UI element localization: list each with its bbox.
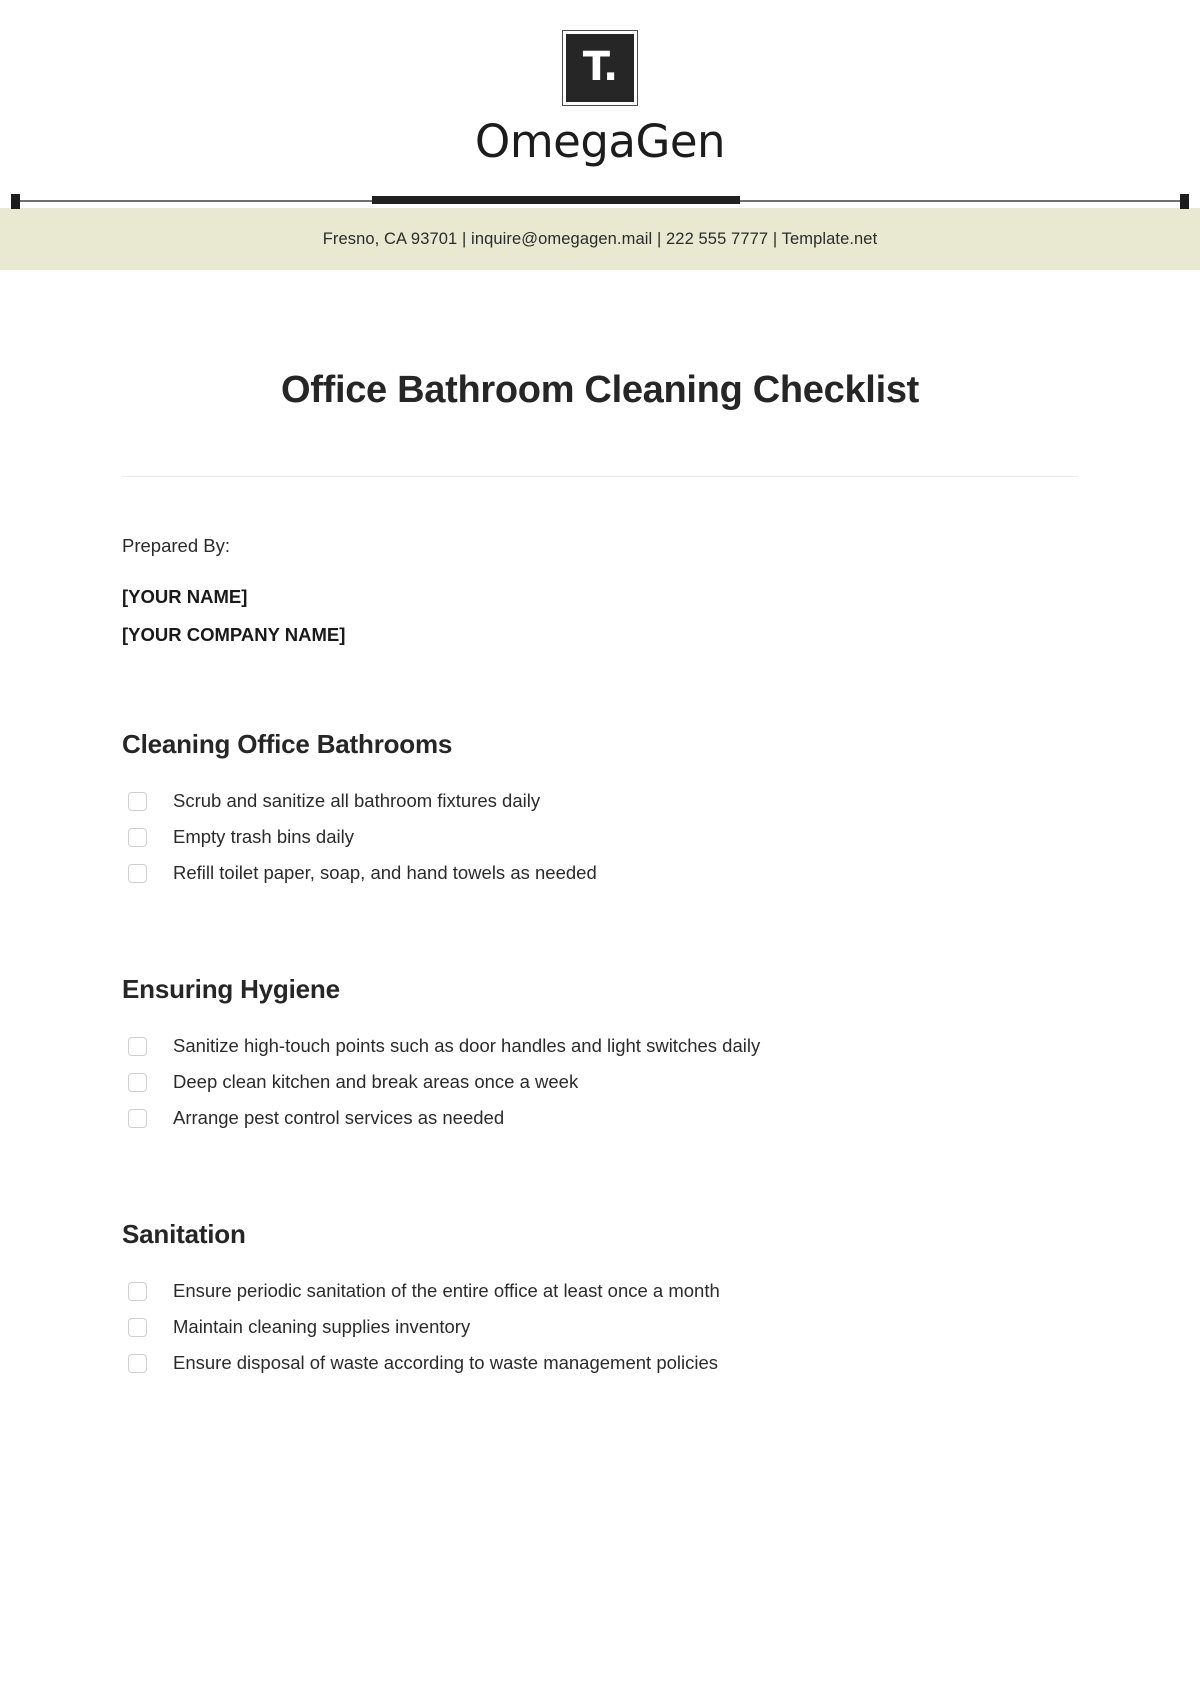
checklist-item[interactable]: Refill toilet paper, soap, and hand towe… (122, 856, 1078, 892)
checkbox-unchecked-icon[interactable] (128, 1318, 147, 1338)
document-header: T. OmegaGen (0, 0, 1200, 164)
checklist-item-label: Scrub and sanitize all bathroom fixtures… (173, 790, 541, 812)
section-sanitation: Sanitation Ensure periodic sanitation of… (122, 1219, 1078, 1382)
prepared-by-name: [YOUR NAME] (122, 586, 248, 608)
checklist-item-label: Maintain cleaning supplies inventory (173, 1316, 471, 1338)
checklist-item-label: Ensure disposal of waste according to wa… (173, 1352, 719, 1374)
checklist-item-label: Ensure periodic sanitation of the entire… (173, 1280, 720, 1302)
contact-line: Fresno, CA 93701 | inquire@omegagen.mail… (322, 229, 878, 248)
checklist-item[interactable]: Scrub and sanitize all bathroom fixtures… (122, 784, 1078, 820)
checkbox-unchecked-icon[interactable] (128, 792, 147, 812)
brand-name: OmegaGen (474, 115, 726, 168)
checkbox-unchecked-icon[interactable] (128, 1282, 147, 1302)
prepared-by-company: [YOUR COMPANY NAME] (122, 624, 346, 646)
section-heading: Sanitation (122, 1218, 246, 1249)
prepared-by-label: Prepared By: (122, 535, 230, 556)
header-rule-cap-right (1180, 194, 1189, 209)
checklist-item-label: Arrange pest control services as needed (173, 1107, 505, 1129)
checkbox-unchecked-icon[interactable] (128, 1037, 147, 1057)
checkbox-unchecked-icon[interactable] (128, 864, 147, 884)
section-heading: Ensuring Hygiene (122, 973, 340, 1004)
checklist: Scrub and sanitize all bathroom fixtures… (122, 784, 1078, 892)
checklist-item-label: Refill toilet paper, soap, and hand towe… (173, 862, 597, 884)
checklist-item-label: Sanitize high-touch points such as door … (173, 1035, 761, 1057)
checkbox-unchecked-icon[interactable] (128, 1354, 147, 1374)
checklist-item-label: Empty trash bins daily (173, 826, 354, 848)
section-heading: Cleaning Office Bathrooms (122, 728, 453, 759)
header-rule-center-bar (372, 196, 740, 204)
contact-band: Fresno, CA 93701 | inquire@omegagen.mail… (0, 208, 1200, 270)
page-title: Office Bathroom Cleaning Checklist (280, 369, 920, 411)
checklist-item[interactable]: Empty trash bins daily (122, 820, 1078, 856)
section-cleaning-office-bathrooms: Cleaning Office Bathrooms Scrub and sani… (122, 729, 1078, 892)
checklist: Sanitize high-touch points such as door … (122, 1029, 1078, 1137)
brand-logo-icon: T. (562, 30, 638, 106)
checklist-item[interactable]: Sanitize high-touch points such as door … (122, 1029, 1078, 1065)
document-body: Office Bathroom Cleaning Checklist Prepa… (0, 369, 1200, 1382)
checklist-item[interactable]: Ensure periodic sanitation of the entire… (122, 1274, 1078, 1310)
logo-glyph-text: T. (582, 44, 618, 90)
checklist-item[interactable]: Ensure disposal of waste according to wa… (122, 1346, 1078, 1382)
checkbox-unchecked-icon[interactable] (128, 1109, 147, 1129)
checklist-item[interactable]: Maintain cleaning supplies inventory (122, 1310, 1078, 1346)
section-ensuring-hygiene: Ensuring Hygiene Sanitize high-touch poi… (122, 974, 1078, 1137)
checklist: Ensure periodic sanitation of the entire… (122, 1274, 1078, 1382)
title-divider (122, 476, 1078, 477)
checklist-item[interactable]: Arrange pest control services as needed (122, 1101, 1078, 1137)
checklist-item[interactable]: Deep clean kitchen and break areas once … (122, 1065, 1078, 1101)
checkbox-unchecked-icon[interactable] (128, 828, 147, 848)
checklist-item-label: Deep clean kitchen and break areas once … (173, 1071, 579, 1093)
checkbox-unchecked-icon[interactable] (128, 1073, 147, 1093)
prepared-by-block: Prepared By: [YOUR NAME] [YOUR COMPANY N… (122, 535, 1078, 647)
header-rule (0, 194, 1200, 209)
document-page: T. OmegaGen Fresno, CA 93701 | inquire@o… (0, 0, 1200, 1696)
header-rule-cap-left (11, 194, 20, 209)
